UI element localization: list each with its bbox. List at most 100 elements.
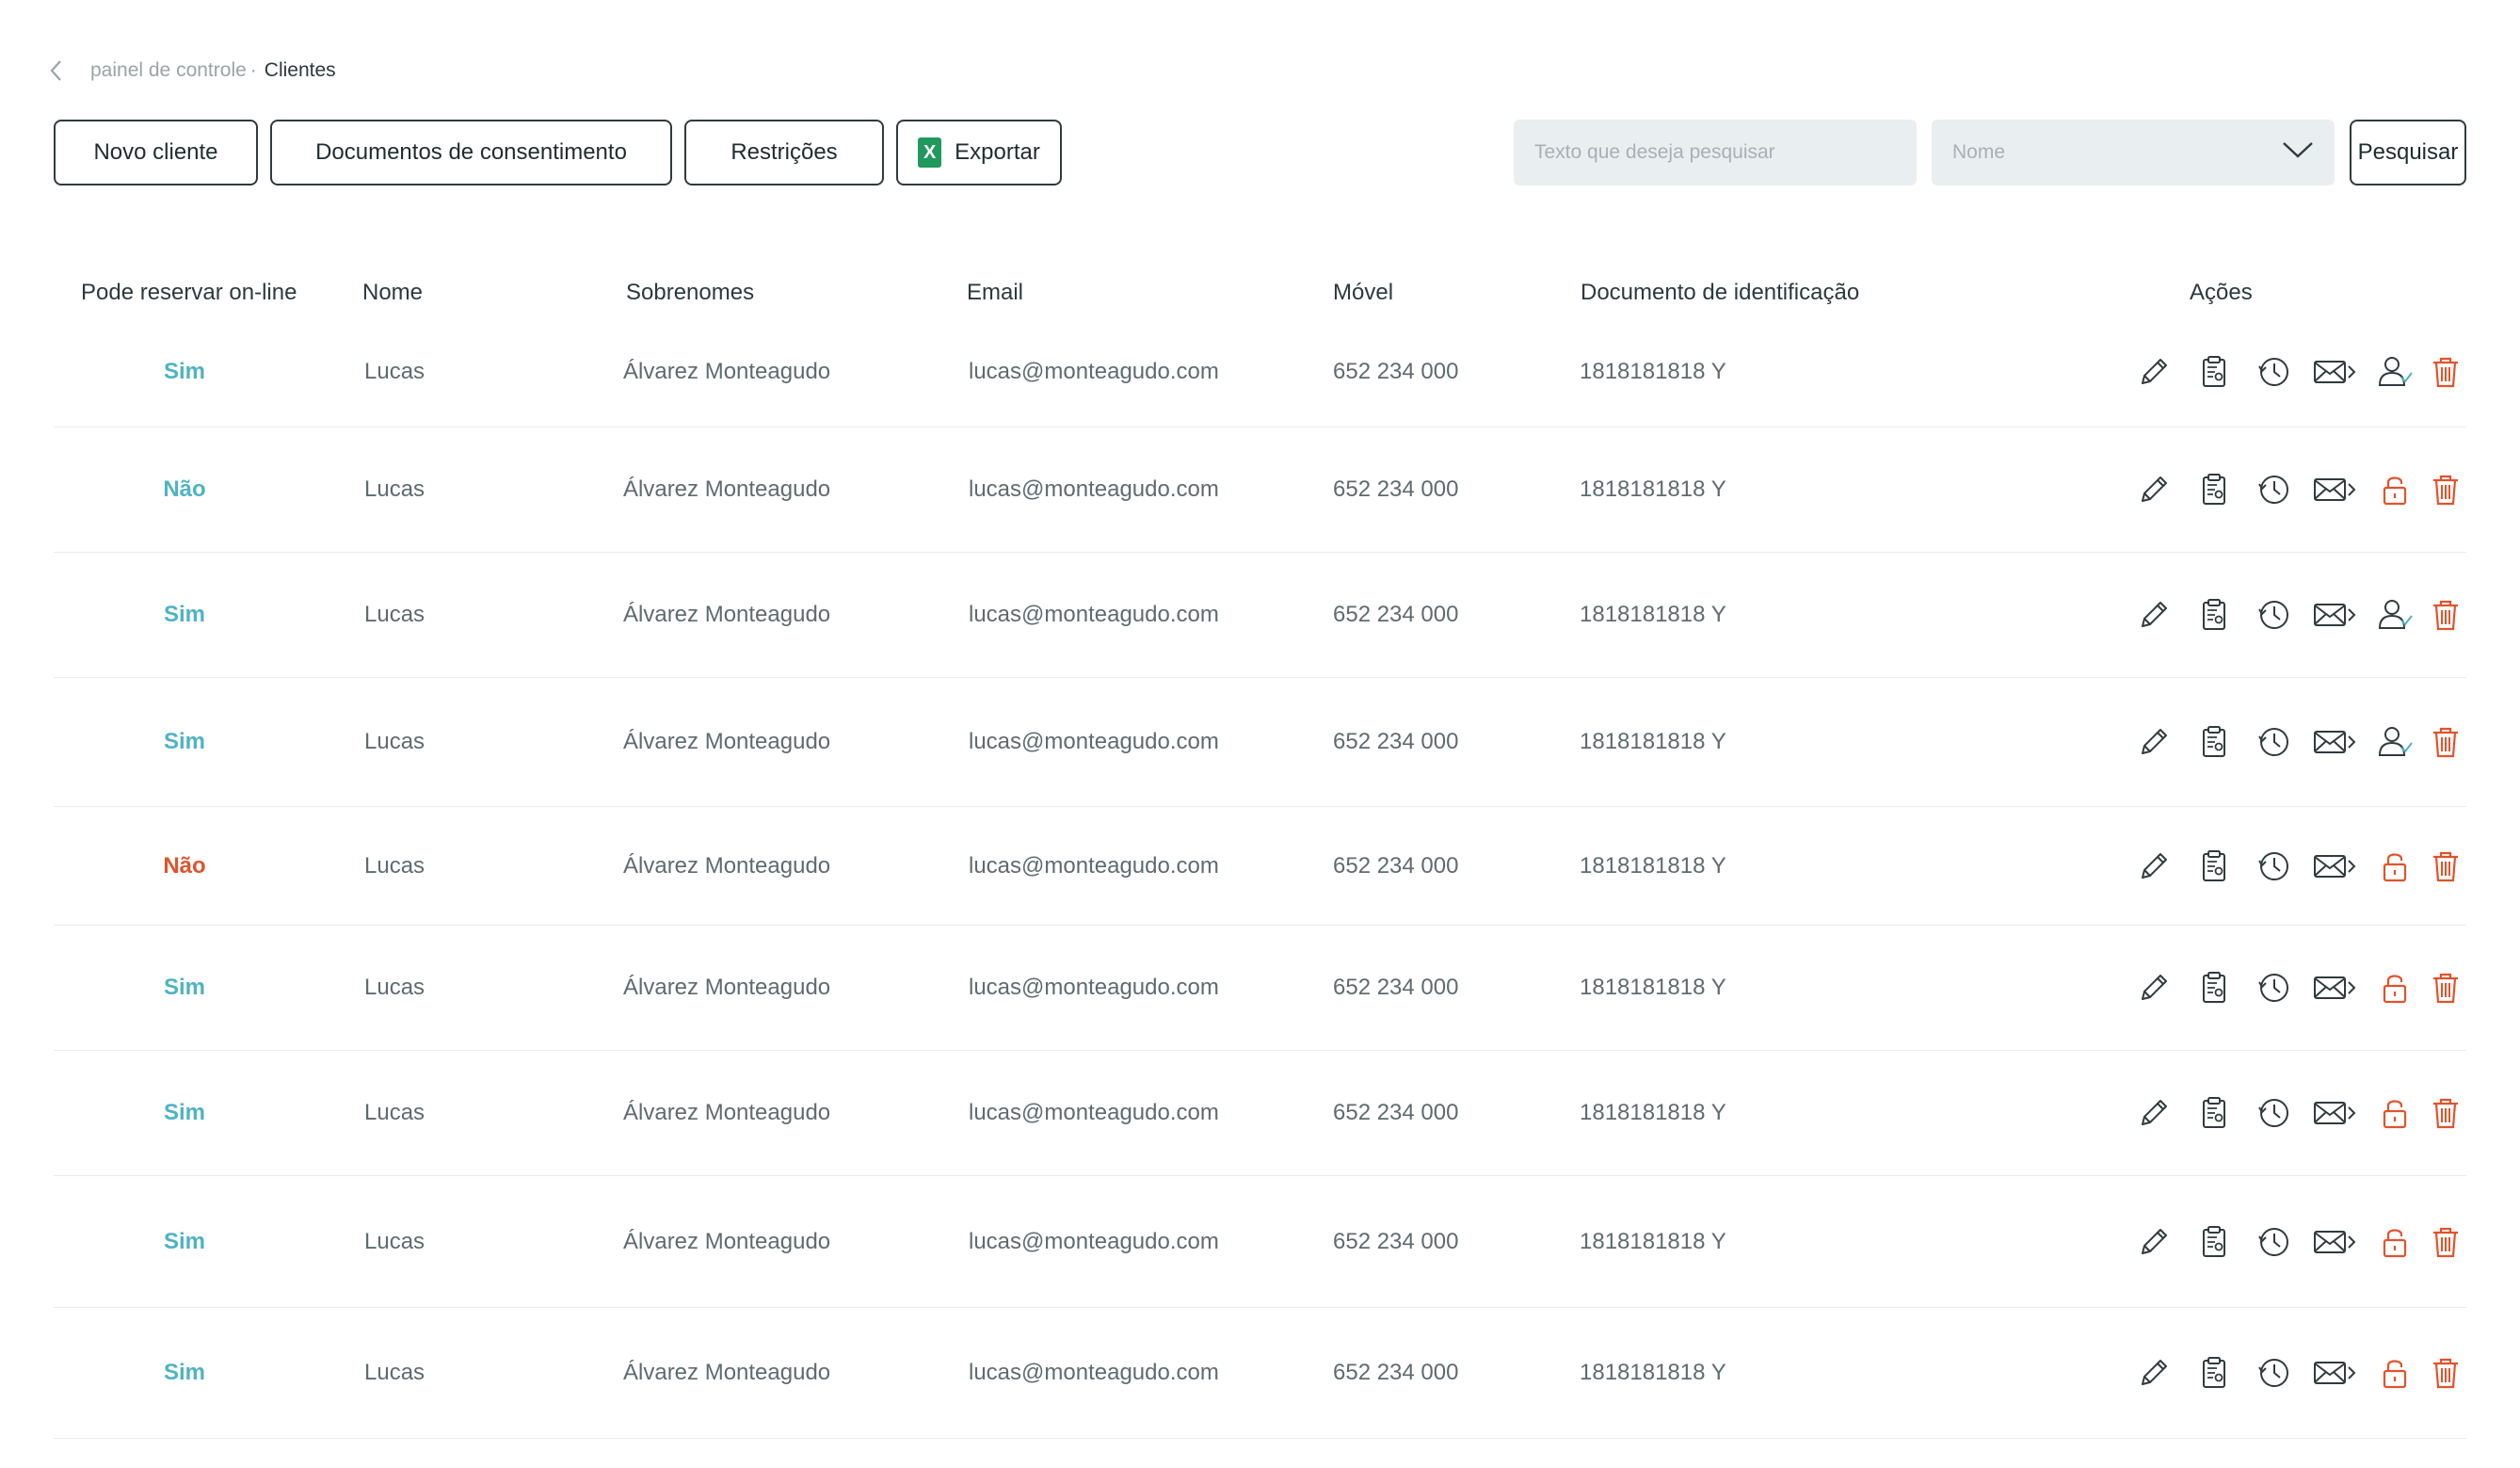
pencil-icon[interactable] bbox=[2124, 594, 2184, 636]
client-mobile: 652 234 000 bbox=[1333, 359, 1459, 384]
history-icon[interactable] bbox=[2244, 846, 2304, 887]
toolbar: Novo cliente Documentos de consentimento… bbox=[54, 120, 1062, 186]
lock-icon[interactable] bbox=[2365, 1221, 2425, 1263]
history-icon[interactable] bbox=[2244, 1221, 2304, 1263]
history-icon[interactable] bbox=[2244, 351, 2304, 393]
clipboard-icon[interactable] bbox=[2184, 967, 2244, 1008]
clipboard-icon[interactable] bbox=[2184, 1352, 2244, 1394]
client-id-document: 1818181818 Y bbox=[1580, 729, 1726, 754]
client-mobile: 652 234 000 bbox=[1333, 476, 1459, 502]
client-surnames: Álvarez Monteagudo bbox=[623, 852, 831, 879]
clipboard-icon[interactable] bbox=[2184, 721, 2244, 763]
pencil-icon[interactable] bbox=[2124, 469, 2184, 510]
table-row: Sim Lucas Álvarez Monteagudo lucas@monte… bbox=[54, 1308, 2466, 1439]
search-input[interactable] bbox=[1514, 120, 1917, 186]
pencil-icon[interactable] bbox=[2124, 351, 2184, 393]
history-icon[interactable] bbox=[2244, 721, 2304, 763]
lock-icon[interactable] bbox=[2365, 967, 2425, 1008]
client-email: lucas@monteagudo.com bbox=[969, 975, 1219, 1000]
mail-send-icon[interactable] bbox=[2304, 721, 2365, 763]
header-name[interactable]: Nome bbox=[362, 280, 423, 306]
client-email: lucas@monteagudo.com bbox=[969, 1360, 1219, 1385]
clipboard-icon[interactable] bbox=[2184, 1221, 2244, 1263]
mail-send-icon[interactable] bbox=[2304, 846, 2365, 887]
pencil-icon[interactable] bbox=[2124, 1352, 2184, 1394]
trash-icon[interactable] bbox=[2425, 846, 2466, 887]
mail-send-icon[interactable] bbox=[2304, 967, 2365, 1008]
client-id-document: 1818181818 Y bbox=[1580, 602, 1726, 627]
trash-icon[interactable] bbox=[2425, 1352, 2466, 1394]
client-mobile: 652 234 000 bbox=[1333, 852, 1459, 879]
online-booking-status: Sim bbox=[163, 1100, 206, 1125]
search-area: Nome Pesquisar bbox=[1514, 120, 2466, 186]
trash-icon[interactable] bbox=[2425, 594, 2466, 636]
client-email: lucas@monteagudo.com bbox=[969, 852, 1219, 879]
trash-icon[interactable] bbox=[2425, 469, 2466, 510]
mail-send-icon[interactable] bbox=[2304, 351, 2365, 393]
history-icon[interactable] bbox=[2244, 1092, 2304, 1134]
mail-send-icon[interactable] bbox=[2304, 1221, 2365, 1263]
client-mobile: 652 234 000 bbox=[1333, 1228, 1459, 1254]
user-check-icon[interactable] bbox=[2365, 351, 2425, 393]
history-icon[interactable] bbox=[2244, 469, 2304, 510]
pencil-icon[interactable] bbox=[2124, 1221, 2184, 1263]
breadcrumb-parent-link[interactable]: painel de controle bbox=[90, 59, 247, 82]
trash-icon[interactable] bbox=[2425, 351, 2466, 393]
chevron-left-icon[interactable] bbox=[49, 56, 70, 85]
pencil-icon[interactable] bbox=[2124, 846, 2184, 887]
clipboard-icon[interactable] bbox=[2184, 594, 2244, 636]
clipboard-icon[interactable] bbox=[2184, 469, 2244, 510]
restrictions-button[interactable]: Restrições bbox=[684, 120, 884, 186]
pencil-icon[interactable] bbox=[2124, 967, 2184, 1008]
client-name: Lucas bbox=[364, 729, 425, 754]
client-surnames: Álvarez Monteagudo bbox=[623, 1100, 831, 1125]
header-online[interactable]: Pode reservar on-line bbox=[81, 280, 297, 306]
client-name: Lucas bbox=[364, 476, 425, 502]
trash-icon[interactable] bbox=[2425, 1221, 2466, 1263]
client-surnames: Álvarez Monteagudo bbox=[623, 476, 831, 502]
history-icon[interactable] bbox=[2244, 967, 2304, 1008]
search-button[interactable]: Pesquisar bbox=[2350, 120, 2466, 186]
export-button[interactable]: X Exportar bbox=[896, 120, 1062, 186]
table-row: Sim Lucas Álvarez Monteagudo lucas@monte… bbox=[54, 926, 2466, 1051]
client-surnames: Álvarez Monteagudo bbox=[623, 1228, 831, 1254]
mail-send-icon[interactable] bbox=[2304, 1092, 2365, 1134]
header-surnames[interactable]: Sobrenomes bbox=[626, 280, 754, 306]
online-booking-status: Sim bbox=[163, 359, 206, 384]
client-name: Lucas bbox=[364, 359, 425, 384]
client-id-document: 1818181818 Y bbox=[1580, 1228, 1726, 1254]
consent-documents-button[interactable]: Documentos de consentimento bbox=[270, 120, 672, 186]
trash-icon[interactable] bbox=[2425, 967, 2466, 1008]
clipboard-icon[interactable] bbox=[2184, 1092, 2244, 1134]
lock-icon[interactable] bbox=[2365, 846, 2425, 887]
history-icon[interactable] bbox=[2244, 1352, 2304, 1394]
client-name: Lucas bbox=[364, 975, 425, 1000]
mail-send-icon[interactable] bbox=[2304, 469, 2365, 510]
header-email[interactable]: Email bbox=[967, 280, 1023, 306]
trash-icon[interactable] bbox=[2425, 721, 2466, 763]
new-client-button[interactable]: Novo cliente bbox=[54, 120, 258, 186]
search-field-select[interactable]: Nome bbox=[1932, 120, 2335, 186]
history-icon[interactable] bbox=[2244, 594, 2304, 636]
lock-icon[interactable] bbox=[2365, 469, 2425, 510]
mail-send-icon[interactable] bbox=[2304, 594, 2365, 636]
user-check-icon[interactable] bbox=[2365, 594, 2425, 636]
trash-icon[interactable] bbox=[2425, 1092, 2466, 1134]
clipboard-icon[interactable] bbox=[2184, 846, 2244, 887]
header-mobile[interactable]: Móvel bbox=[1333, 280, 1393, 306]
pencil-icon[interactable] bbox=[2124, 1092, 2184, 1134]
clipboard-icon[interactable] bbox=[2184, 351, 2244, 393]
online-booking-status: Sim bbox=[163, 975, 206, 1000]
user-check-icon[interactable] bbox=[2365, 721, 2425, 763]
table-row: Sim Lucas Álvarez Monteagudo lucas@monte… bbox=[54, 1051, 2466, 1176]
table-header: Pode reservar on-line Nome Sobrenomes Em… bbox=[54, 270, 2466, 317]
mail-send-icon[interactable] bbox=[2304, 1352, 2365, 1394]
lock-icon[interactable] bbox=[2365, 1352, 2425, 1394]
excel-icon: X bbox=[918, 137, 942, 168]
client-surnames: Álvarez Monteagudo bbox=[623, 975, 831, 1000]
lock-icon[interactable] bbox=[2365, 1092, 2425, 1134]
client-name: Lucas bbox=[364, 602, 425, 627]
header-id-document[interactable]: Documento de identificação bbox=[1581, 280, 1859, 306]
pencil-icon[interactable] bbox=[2124, 721, 2184, 763]
row-actions bbox=[2124, 1352, 2466, 1394]
